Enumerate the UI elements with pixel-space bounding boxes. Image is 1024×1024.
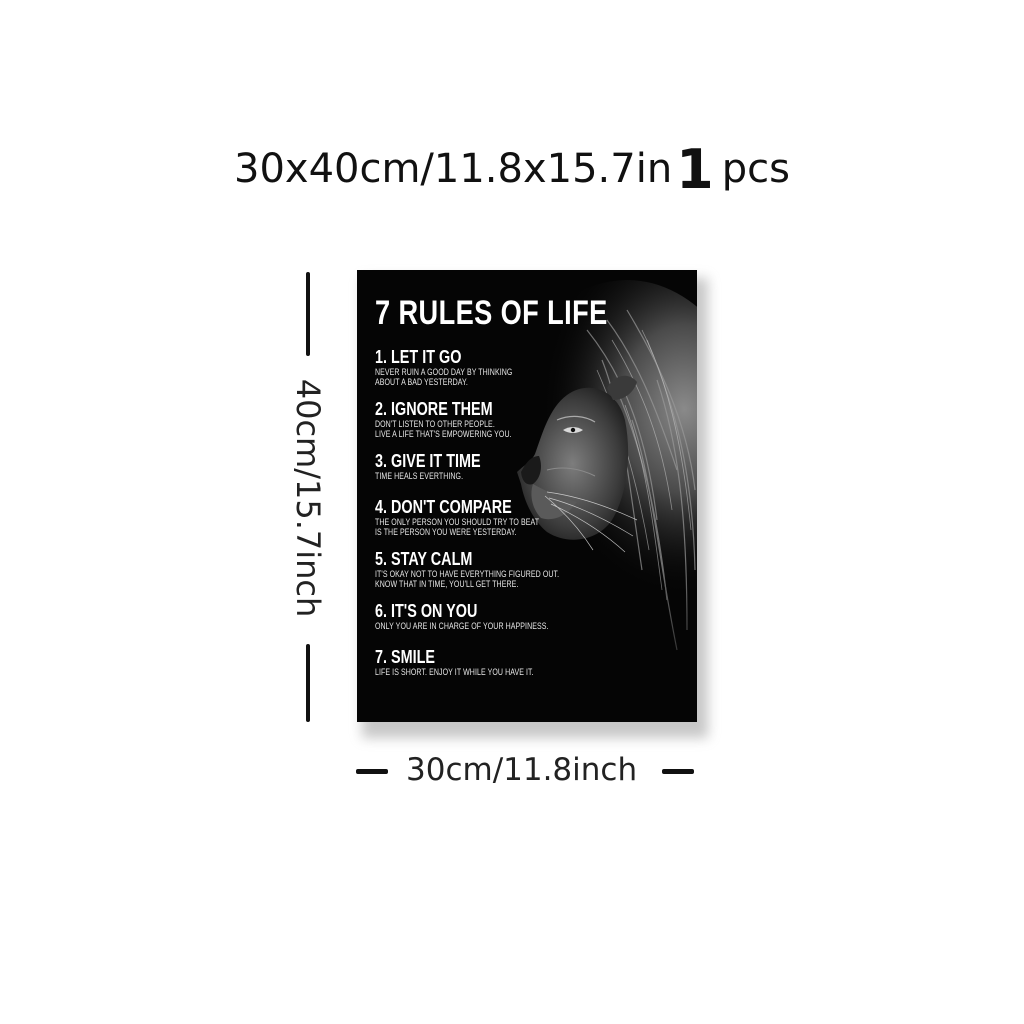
quantity-number: 1	[676, 138, 714, 201]
rule-text: IT'S OKAY NOT TO HAVE EVERYTHING FIGURED…	[375, 569, 560, 579]
rule-item: 3. GIVE IT TIME TIME HEALS EVERTHING.	[375, 451, 675, 497]
size-heading: 30x40cm/11.8x15.7in1 pcs	[0, 138, 1024, 201]
rule-title: 2. IGNORE THEM	[375, 399, 493, 419]
rule-text: ABOUT A BAD YESTERDAY.	[375, 377, 468, 387]
rule-title: 6. IT'S ON YOU	[375, 601, 478, 621]
rule-item: 4. DON'T COMPARE THE ONLY PERSON YOU SHO…	[375, 497, 675, 549]
rule-text: THE ONLY PERSON YOU SHOULD TRY TO BEAT	[375, 517, 540, 527]
width-label: 30cm/11.8inch	[406, 752, 638, 788]
rule-item: 6. IT'S ON YOU ONLY YOU ARE IN CHARGE OF…	[375, 601, 675, 647]
rule-item: 1. LET IT GO NEVER RUIN A GOOD DAY BY TH…	[375, 347, 675, 399]
poster: 7 RULES OF LIFE 1. LET IT GO NEVER RUIN …	[357, 270, 697, 722]
height-label: 40cm/15.7inch	[289, 378, 327, 618]
height-marker-bottom	[306, 644, 310, 722]
width-marker-right	[662, 769, 694, 774]
rule-item: 7. SMILE LIFE IS SHORT. ENJOY IT WHILE Y…	[375, 647, 675, 693]
poster-content: 7 RULES OF LIFE 1. LET IT GO NEVER RUIN …	[375, 294, 675, 693]
rule-title: 1. LET IT GO	[375, 347, 462, 367]
rule-text: LIVE A LIFE THAT'S EMPOWERING YOU.	[375, 429, 512, 439]
rule-text: TIME HEALS EVERTHING.	[375, 471, 464, 481]
rule-text: LIFE IS SHORT. ENJOY IT WHILE YOU HAVE I…	[375, 667, 534, 677]
rule-text: NEVER RUIN A GOOD DAY BY THINKING	[375, 367, 513, 377]
rule-title: 7. SMILE	[375, 647, 436, 667]
height-marker-top	[306, 272, 310, 356]
poster-title: 7 RULES OF LIFE	[375, 294, 608, 332]
rule-title: 3. GIVE IT TIME	[375, 451, 481, 471]
rule-text: ONLY YOU ARE IN CHARGE OF YOUR HAPPINESS…	[375, 621, 549, 631]
rule-item: 2. IGNORE THEM DON'T LISTEN TO OTHER PEO…	[375, 399, 675, 451]
rule-item: 5. STAY CALM IT'S OKAY NOT TO HAVE EVERY…	[375, 549, 675, 601]
product-image: 30x40cm/11.8x15.7in1 pcs 40cm/15.7inch 7…	[0, 0, 1024, 1024]
size-text: 30x40cm/11.8x15.7in	[234, 146, 673, 192]
rule-title: 4. DON'T COMPARE	[375, 497, 512, 517]
quantity-unit: pcs	[721, 146, 790, 192]
rule-title: 5. STAY CALM	[375, 549, 473, 569]
width-marker-left	[356, 769, 388, 774]
rule-text: IS THE PERSON YOU WERE YESTERDAY.	[375, 527, 517, 537]
rule-text: DON'T LISTEN TO OTHER PEOPLE.	[375, 419, 495, 429]
rule-text: KNOW THAT IN TIME, YOU'LL GET THERE.	[375, 579, 519, 589]
